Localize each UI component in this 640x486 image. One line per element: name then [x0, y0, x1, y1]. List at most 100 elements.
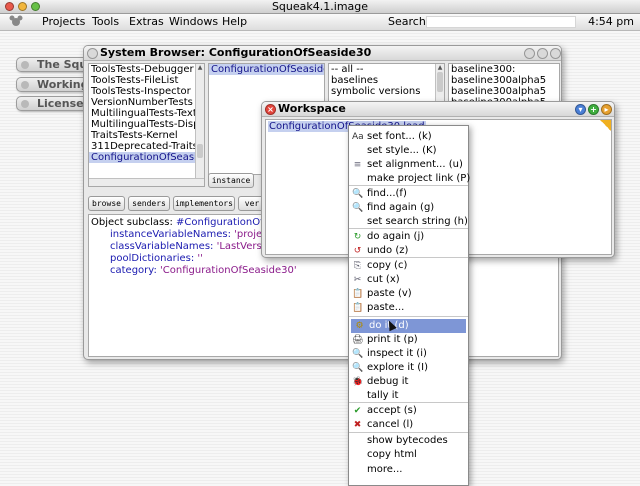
expand-icon[interactable]: +: [588, 104, 599, 115]
scroll-up-icon[interactable]: ▲: [196, 64, 204, 71]
search-label: Search:: [388, 15, 430, 28]
menu-item-paste[interactable]: 📋 paste...: [349, 301, 468, 315]
list-item[interactable]: baseline300:: [449, 64, 559, 75]
list-item[interactable]: 311Deprecated-Traits: [89, 141, 204, 152]
clock: 4:54 pm: [588, 15, 634, 28]
menu-item-label: set style... (K): [367, 145, 437, 156]
list-item-selected[interactable]: ConfigurationOfSeaside30: [209, 64, 324, 75]
menu-item-find-f[interactable]: 🔍 find...(f): [349, 187, 468, 201]
list-item[interactable]: baselines: [329, 75, 444, 86]
scroll-thumb[interactable]: [437, 72, 443, 92]
senders-button[interactable]: senders: [128, 196, 170, 211]
implementors-button[interactable]: implementors: [173, 196, 235, 211]
code-line: category: 'ConfigurationOfSeaside30': [110, 265, 297, 276]
menu-item-undo-z[interactable]: ↺ undo (z): [349, 244, 468, 258]
menu-extras[interactable]: Extras: [129, 14, 164, 30]
menu-item-show-bytecodes[interactable]: show bytecodes: [349, 434, 468, 448]
menu-projects[interactable]: Projects: [42, 14, 85, 30]
menu-item-label: set alignment... (u): [367, 159, 463, 170]
menu-tools[interactable]: Tools: [92, 14, 119, 30]
text-context-menu: Aa set font... (k) set style... (K) ≡ set al…: [348, 125, 470, 486]
code-line: instanceVariableNames: 'project': [110, 229, 275, 240]
menu-item-copy-c[interactable]: ⎘ copy (c): [349, 259, 468, 273]
menu-item-label: more...: [367, 464, 403, 475]
list-item[interactable]: symbolic versions: [329, 86, 444, 97]
find-again-icon: 🔍: [352, 203, 364, 213]
list-item-selected[interactable]: ConfigurationOfSeaside30: [89, 152, 204, 163]
menu-item-explore-it-i[interactable]: 🔍 explore it (I): [349, 361, 468, 375]
menu-item-set-font-k[interactable]: Aa set font... (k): [349, 130, 468, 144]
menu-item-label: set font... (k): [367, 131, 432, 142]
system-browser-titlebar[interactable]: System Browser: ConfigurationOfSeaside30: [84, 46, 561, 61]
list-item[interactable]: baseline300alpha5: [449, 86, 559, 97]
menu-item-label: show bytecodes: [367, 435, 448, 446]
paste-icon: 📋: [352, 303, 364, 313]
paste-icon: 📋: [352, 289, 364, 299]
scroll-up-icon[interactable]: ▲: [436, 64, 444, 71]
menu-item-label: copy (c): [367, 260, 408, 271]
scroll-thumb[interactable]: [197, 144, 203, 158]
list-item[interactable]: VersionNumberTests: [89, 97, 204, 108]
menu-help[interactable]: Help: [222, 14, 247, 30]
expand-icon[interactable]: [537, 48, 548, 59]
list-item[interactable]: MultilingualTests-Display: [89, 119, 204, 130]
list-item[interactable]: baseline300alpha5: [449, 75, 559, 86]
alignment-icon: ≡: [353, 160, 362, 170]
package-hscrollbar[interactable]: [89, 178, 204, 186]
menu-item-cancel-l[interactable]: ✖ cancel (l): [349, 418, 468, 432]
menu-item-tally-it[interactable]: tally it: [349, 389, 468, 403]
close-icon[interactable]: ×: [265, 104, 276, 115]
menu-item-label: undo (z): [367, 245, 409, 256]
menu-item-label: do again (j): [367, 231, 425, 242]
font-icon: Aa: [352, 132, 364, 142]
list-item[interactable]: ToolsTests-Inspector: [89, 86, 204, 97]
resize-corner-icon[interactable]: [600, 120, 611, 131]
menu-item-set-alignment-u[interactable]: ≡ set alignment... (u): [349, 158, 468, 172]
menu-item-find-again-g[interactable]: 🔍 find again (g): [349, 201, 468, 215]
menu-item-label: accept (s): [367, 405, 417, 416]
main-menubar: Projects Tools Extras Windows Help Searc…: [0, 14, 640, 31]
menu-separator: [349, 316, 468, 317]
search-input[interactable]: [426, 16, 576, 28]
collapse-icon[interactable]: ▾: [575, 104, 586, 115]
do-it-icon: ⚙: [355, 321, 364, 331]
do-again-icon: ↻: [353, 232, 362, 242]
menu-item-cut-x[interactable]: ✂ cut (x): [349, 273, 468, 287]
collapse-icon[interactable]: [524, 48, 535, 59]
flap-icon: [21, 61, 29, 69]
menu-item-more[interactable]: more...: [349, 463, 468, 477]
browse-button[interactable]: browse: [88, 196, 125, 211]
list-item[interactable]: ToolsTests-Debugger: [89, 64, 204, 75]
list-item[interactable]: -- all --: [329, 64, 444, 75]
workspace-titlebar[interactable]: × Workspace ▾ + ▸: [262, 102, 614, 117]
print-icon: 🖨: [352, 335, 364, 345]
menu-icon[interactable]: [550, 48, 561, 59]
menu-item-label: cut (x): [367, 274, 400, 285]
menu-item-do-again-j[interactable]: ↻ do again (j): [349, 230, 468, 244]
instance-toggle-button[interactable]: instance: [208, 173, 254, 188]
list-item[interactable]: ToolsTests-FileList: [89, 75, 204, 86]
package-list-pane[interactable]: ToolsTests-Debugger ToolsTests-FileList …: [88, 63, 205, 187]
cancel-icon: ✖: [353, 420, 362, 430]
menu-item-do-it-d[interactable]: ⚙ do it (d): [351, 319, 466, 333]
menu-icon[interactable]: ▸: [601, 104, 612, 115]
menu-item-accept-s[interactable]: ✔ accept (s): [349, 404, 468, 418]
menu-item-make-project-link-p[interactable]: make project link (P): [349, 172, 470, 186]
menu-item-label: tally it: [367, 390, 399, 401]
squeak-logo-icon[interactable]: [8, 14, 30, 33]
menu-item-copy-html[interactable]: copy html: [349, 448, 468, 462]
menu-item-print-it-p[interactable]: 🖨 print it (p): [349, 333, 468, 347]
menu-item-set-style-k[interactable]: set style... (K): [349, 144, 468, 158]
flap-icon: [21, 81, 29, 89]
close-icon[interactable]: [87, 48, 98, 59]
list-item[interactable]: TraitsTests-Kernel: [89, 130, 204, 141]
menu-item-set-search-string-h[interactable]: set search string (h): [349, 215, 468, 229]
menu-item-inspect-it-i[interactable]: 🔍 inspect it (i): [349, 347, 468, 361]
menu-item-paste-v[interactable]: 📋 paste (v): [349, 287, 468, 301]
package-scrollbar[interactable]: ▲ ▼: [195, 64, 204, 186]
menu-windows[interactable]: Windows: [169, 14, 218, 30]
undo-icon: ↺: [353, 246, 362, 256]
flap-icon: [21, 100, 29, 108]
menu-item-debug-it[interactable]: 🐞 debug it: [349, 375, 468, 389]
list-item[interactable]: MultilingualTests-Text: [89, 108, 204, 119]
